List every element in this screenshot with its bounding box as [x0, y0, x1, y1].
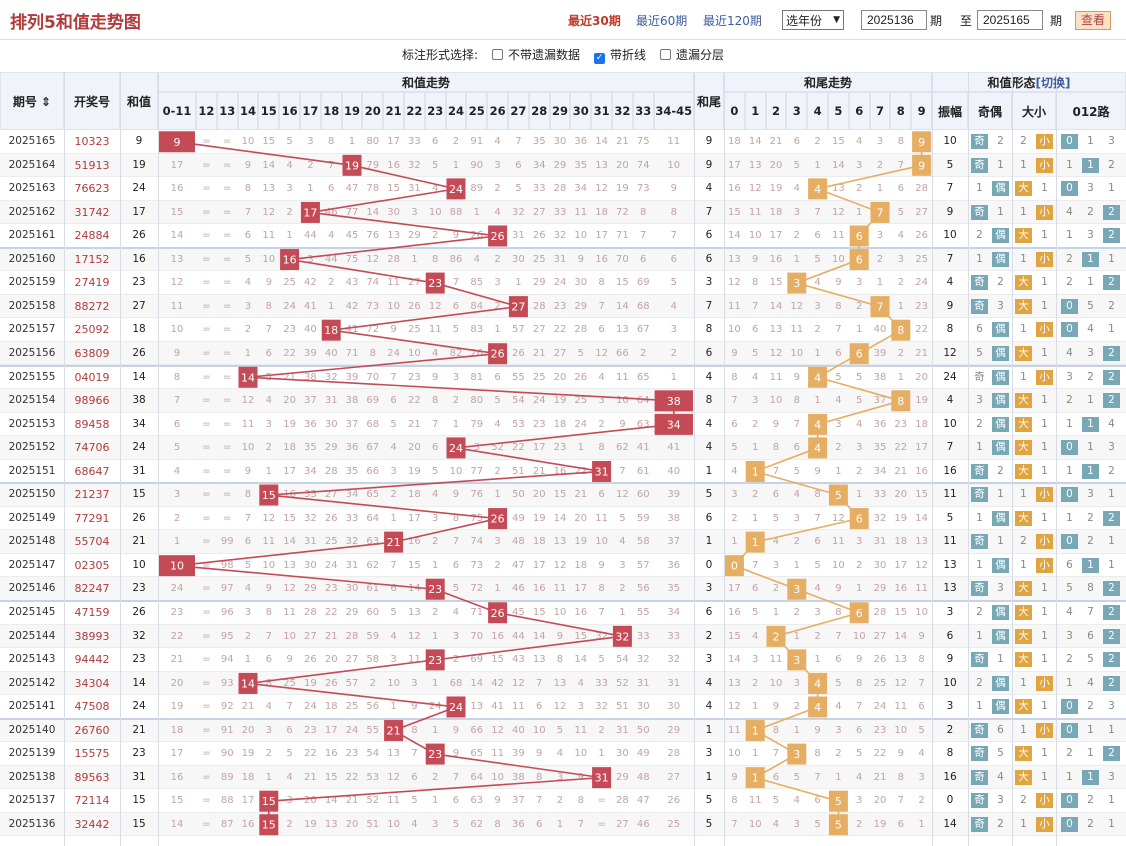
tail-marker-label: 6 [856, 254, 863, 267]
tail-marker-label: 3 [793, 277, 800, 290]
sum-marker-label: 26 [491, 607, 505, 620]
tail-marker-label: 4 [814, 183, 821, 196]
sum-marker-label: 23 [428, 654, 442, 667]
tail-marker-label: 3 [793, 654, 800, 667]
no-missing-label: 不带遗漏数据 [508, 48, 581, 62]
range-30-link[interactable]: 最近30期 [568, 12, 621, 29]
trend-lines: 9192417261623271826143834243115262110232… [159, 131, 932, 836]
sum-marker-label: 16 [283, 254, 297, 267]
sum-marker-label: 26 [491, 230, 505, 243]
year-select-value: 选年份 [786, 14, 823, 28]
tail-marker-label: 3 [793, 583, 800, 596]
sum-marker-label: 21 [387, 536, 401, 549]
sum-trend-line [176, 140, 675, 825]
sum-marker-label: 24 [449, 442, 463, 455]
sum-marker-label: 17 [303, 206, 317, 219]
period-unit-label: 期 [930, 14, 943, 28]
tail-marker-label: 1 [752, 465, 759, 478]
sum-marker-label: 24 [449, 701, 463, 714]
chevron-down-icon: ▼ [833, 15, 840, 25]
options-prefix: 标注形式选择: [401, 48, 478, 62]
tail-marker-label: 1 [752, 536, 759, 549]
sum-marker-label: 26 [491, 513, 505, 526]
tail-marker-label: 8 [897, 395, 904, 408]
period-unit-label-2: 期 [1050, 14, 1063, 28]
sum-marker-label: 24 [449, 183, 463, 196]
sum-marker-label: 15 [262, 795, 276, 808]
column-divider [120, 72, 121, 846]
tail-marker-label: 7 [877, 301, 884, 314]
sum-marker-label: 31 [595, 772, 609, 785]
range-120-link[interactable]: 最近120期 [703, 12, 762, 29]
range-60-link[interactable]: 最近60期 [636, 12, 687, 29]
tail-marker-label: 9 [918, 159, 925, 172]
tail-marker-label: 6 [856, 607, 863, 620]
to-label: 至 [960, 14, 973, 28]
tail-marker-label: 4 [814, 371, 821, 384]
sum-marker-label: 21 [387, 725, 401, 738]
column-divider [724, 72, 725, 846]
sum-marker-label: 23 [428, 583, 442, 596]
sum-marker-label: 26 [491, 348, 505, 361]
sum-marker-label: 15 [262, 489, 276, 502]
tail-marker-label: 4 [814, 442, 821, 455]
tail-marker-label: 7 [877, 206, 884, 219]
trend-table: 期号 ⇕ 开奖号 和值 和值走势 0-11 12 13 14 15 16 17 18 19 20 21 22 2… [0, 72, 1126, 846]
view-button[interactable]: 查看 [1075, 11, 1111, 30]
tail-marker-label: 9 [918, 136, 925, 149]
tail-marker-label: 2 [773, 630, 780, 643]
sum-marker-label: 10 [170, 560, 184, 573]
tail-marker-label: 1 [752, 725, 759, 738]
tail-marker-label: 5 [835, 819, 842, 832]
column-divider [694, 72, 695, 846]
sum-marker-label: 9 [174, 136, 181, 149]
sum-marker-label: 27 [511, 301, 525, 314]
column-divider [1012, 72, 1013, 846]
sum-marker-label: 34 [667, 418, 681, 431]
tail-marker-label: 6 [856, 348, 863, 361]
tail-marker-label: 4 [814, 677, 821, 690]
sum-marker-label: 38 [667, 395, 681, 408]
tail-marker-label: 5 [835, 489, 842, 502]
period-to-input[interactable] [977, 10, 1043, 30]
display-options: 标注形式选择: 不带遗漏数据 ✓ 带折线 遗漏分层 [0, 42, 1126, 68]
sum-marker-label: 19 [345, 159, 359, 172]
layered-checkbox[interactable] [660, 49, 672, 60]
tail-marker-label: 1 [752, 772, 759, 785]
tail-marker-label: 3 [793, 748, 800, 761]
year-select[interactable]: 选年份 ▼ [782, 10, 844, 30]
polyline-checkbox[interactable]: ✓ [594, 53, 606, 64]
sum-marker-label: 32 [615, 630, 629, 643]
sum-marker-label: 31 [595, 465, 609, 478]
column-divider [64, 72, 65, 846]
layered-label: 遗漏分层 [676, 48, 725, 62]
tail-marker-label: 4 [814, 418, 821, 431]
sum-marker-label: 23 [428, 748, 442, 761]
tail-marker-label: 0 [731, 560, 738, 573]
column-divider [158, 72, 159, 846]
sum-marker-label: 14 [241, 677, 255, 690]
page-title: 排列5和值走势图 [10, 13, 141, 33]
tail-marker-label: 4 [814, 701, 821, 714]
no-missing-checkbox[interactable] [492, 49, 503, 60]
sum-marker-label: 23 [428, 277, 442, 290]
tail-marker-label: 8 [897, 324, 904, 337]
column-divider [932, 72, 933, 846]
column-divider [968, 72, 969, 846]
sum-marker-label: 18 [324, 324, 338, 337]
period-from-input[interactable] [861, 10, 927, 30]
column-divider [1056, 72, 1057, 846]
tail-marker-label: 5 [835, 795, 842, 808]
tail-marker-label: 6 [856, 513, 863, 526]
tail-marker-label: 6 [856, 230, 863, 243]
sum-marker-label: 15 [262, 819, 276, 832]
top-bar: 排列5和值走势图 最近30期 最近60期 最近120期 选年份 ▼ 期 至 期 查… [0, 0, 1126, 40]
polyline-label: 带折线 [610, 48, 647, 62]
sum-marker-label: 14 [241, 371, 255, 384]
